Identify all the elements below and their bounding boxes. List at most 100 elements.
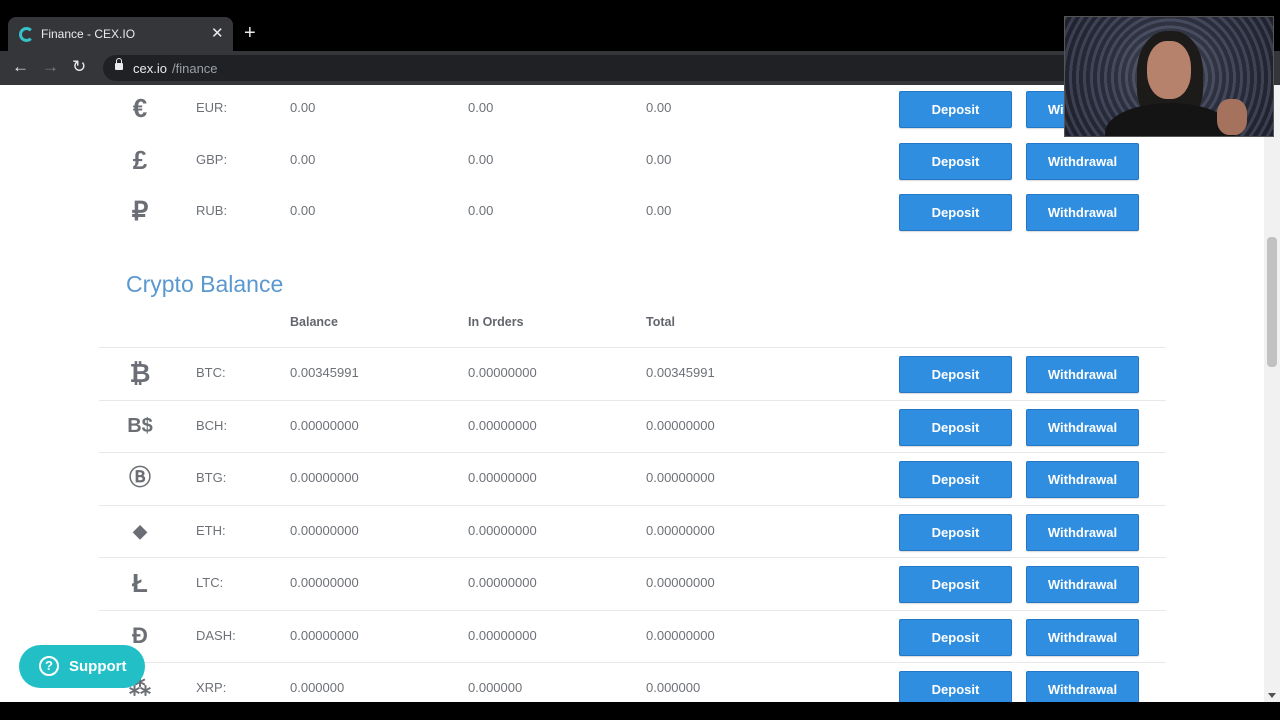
fiat-row-eur: € EUR: 0.00 0.00 0.00 Deposit Withdrawal xyxy=(99,85,1166,135)
balance-value: 0.00345991 xyxy=(290,365,359,380)
currency-code: LTC: xyxy=(196,575,224,590)
total-value: 0.00000000 xyxy=(646,575,715,590)
withdrawal-rub-button[interactable]: Withdrawal xyxy=(1026,194,1139,231)
fiat-row-rub: ₽ RUB: 0.00 0.00 0.00 Deposit Withdrawal xyxy=(99,186,1166,238)
currency-code: ETH: xyxy=(196,523,226,538)
total-value: 0.00345991 xyxy=(646,365,715,380)
in-orders-value: 0.00000000 xyxy=(468,575,537,590)
crypto-row-btg: Ⓑ BTG: 0.00000000 0.00000000 0.00000000 … xyxy=(99,452,1166,504)
webcam-person-face xyxy=(1147,41,1191,99)
withdrawal-bch-button[interactable]: Withdrawal xyxy=(1026,409,1139,446)
support-button[interactable]: ? Support xyxy=(19,645,145,688)
reload-icon[interactable]: ↻ xyxy=(72,57,86,77)
bitcoin-gold-icon: Ⓑ xyxy=(128,465,151,490)
browser-tab[interactable]: Finance - CEX.IO ✕ xyxy=(8,17,233,51)
currency-code: GBP: xyxy=(196,152,228,167)
cex-favicon-icon xyxy=(19,27,34,42)
in-orders-value: 0.00000000 xyxy=(468,418,537,433)
withdrawal-btg-button[interactable]: Withdrawal xyxy=(1026,461,1139,498)
total-value: 0.000000 xyxy=(646,680,701,695)
withdrawal-gbp-button[interactable]: Withdrawal xyxy=(1026,143,1139,180)
bottom-strip xyxy=(0,702,1280,720)
support-label: Support xyxy=(69,658,127,675)
crypto-row-ltc: Ł LTC: 0.00000000 0.00000000 0.00000000 … xyxy=(99,557,1166,609)
in-orders-column-header: In Orders xyxy=(468,315,524,329)
withdrawal-xrp-button[interactable]: Withdrawal xyxy=(1026,671,1139,702)
lock-icon xyxy=(115,58,123,70)
deposit-btg-button[interactable]: Deposit xyxy=(899,461,1012,498)
in-orders-value: 0.00000000 xyxy=(468,523,537,538)
currency-code: DASH: xyxy=(196,628,236,643)
currency-code: BCH: xyxy=(196,418,228,433)
deposit-xrp-button[interactable]: Deposit xyxy=(899,671,1012,702)
page-scrollbar[interactable] xyxy=(1264,85,1280,702)
in-orders-value: 0.000000 xyxy=(468,680,523,695)
currency-code: EUR: xyxy=(196,100,228,115)
balance-value: 0.00 xyxy=(290,100,316,115)
help-icon: ? xyxy=(39,656,59,676)
crypto-balance-title: Crypto Balance xyxy=(126,271,284,297)
total-column-header: Total xyxy=(646,315,675,329)
deposit-rub-button[interactable]: Deposit xyxy=(899,194,1012,231)
deposit-dash-button[interactable]: Deposit xyxy=(899,619,1012,656)
in-orders-value: 0.00000000 xyxy=(468,628,537,643)
webcam-person-hand xyxy=(1217,99,1247,135)
new-tab-icon[interactable]: + xyxy=(244,23,256,43)
forward-icon[interactable]: → xyxy=(42,57,59,77)
balance-value: 0.00000000 xyxy=(290,628,359,643)
total-value: 0.00 xyxy=(646,152,672,167)
crypto-row-btc: ₿ BTC: 0.00345991 0.00000000 0.00345991 … xyxy=(99,347,1166,399)
balance-value: 0.00 xyxy=(290,152,316,167)
bitcoin-cash-icon: B$ xyxy=(127,415,153,437)
crypto-row-dash: Đ DASH: 0.00000000 0.00000000 0.00000000… xyxy=(99,610,1166,662)
deposit-eth-button[interactable]: Deposit xyxy=(899,514,1012,551)
crypto-row-eth: ◆ ETH: 0.00000000 0.00000000 0.00000000 … xyxy=(99,505,1166,557)
crypto-row-bch: B$ BCH: 0.00000000 0.00000000 0.00000000… xyxy=(99,400,1166,452)
total-value: 0.00 xyxy=(646,203,672,218)
in-orders-value: 0.00000000 xyxy=(468,365,537,380)
total-value: 0.00000000 xyxy=(646,470,715,485)
withdrawal-eth-button[interactable]: Withdrawal xyxy=(1026,514,1139,551)
withdrawal-dash-button[interactable]: Withdrawal xyxy=(1026,619,1139,656)
currency-code: BTC: xyxy=(196,365,226,380)
crypto-row-xrp: ⁂ XRP: 0.000000 0.000000 0.000000 Deposi… xyxy=(99,662,1166,702)
euro-icon: € xyxy=(132,93,148,123)
deposit-bch-button[interactable]: Deposit xyxy=(899,409,1012,446)
withdrawal-btc-button[interactable]: Withdrawal xyxy=(1026,356,1139,393)
balance-column-header: Balance xyxy=(290,315,338,329)
in-orders-value: 0.00 xyxy=(468,152,494,167)
currency-code: RUB: xyxy=(196,203,228,218)
currency-code: XRP: xyxy=(196,680,227,695)
url-host: cex.io xyxy=(133,61,167,76)
total-value: 0.00 xyxy=(646,100,672,115)
deposit-btc-button[interactable]: Deposit xyxy=(899,356,1012,393)
url-path: /finance xyxy=(172,61,218,76)
in-orders-value: 0.00000000 xyxy=(468,470,537,485)
deposit-ltc-button[interactable]: Deposit xyxy=(899,566,1012,603)
pound-icon: £ xyxy=(132,145,148,175)
bitcoin-icon: ₿ xyxy=(129,358,151,388)
total-value: 0.00000000 xyxy=(646,523,715,538)
total-value: 0.00000000 xyxy=(646,628,715,643)
webcam-overlay xyxy=(1064,16,1274,137)
deposit-eur-button[interactable]: Deposit xyxy=(899,91,1012,128)
balance-value: 0.000000 xyxy=(290,680,345,695)
scroll-thumb[interactable] xyxy=(1267,237,1277,367)
withdrawal-ltc-button[interactable]: Withdrawal xyxy=(1026,566,1139,603)
ethereum-icon: ◆ xyxy=(133,521,147,541)
tab-title: Finance - CEX.IO xyxy=(41,27,136,41)
address-bar[interactable]: cex.io /finance xyxy=(103,55,1103,81)
total-value: 0.00000000 xyxy=(646,418,715,433)
fiat-row-gbp: £ GBP: 0.00 0.00 0.00 Deposit Withdrawal xyxy=(99,135,1166,187)
balance-value: 0.00000000 xyxy=(290,470,359,485)
back-icon[interactable]: ← xyxy=(12,57,29,77)
balance-value: 0.00 xyxy=(290,203,316,218)
in-orders-value: 0.00 xyxy=(468,203,494,218)
finance-page: € EUR: 0.00 0.00 0.00 Deposit Withdrawal… xyxy=(0,85,1264,702)
litecoin-icon: Ł xyxy=(132,568,148,598)
close-tab-icon[interactable]: ✕ xyxy=(211,24,224,42)
balance-value: 0.00000000 xyxy=(290,418,359,433)
deposit-gbp-button[interactable]: Deposit xyxy=(899,143,1012,180)
scroll-down-arrow-icon[interactable] xyxy=(1268,693,1276,698)
ruble-icon: ₽ xyxy=(131,196,149,226)
